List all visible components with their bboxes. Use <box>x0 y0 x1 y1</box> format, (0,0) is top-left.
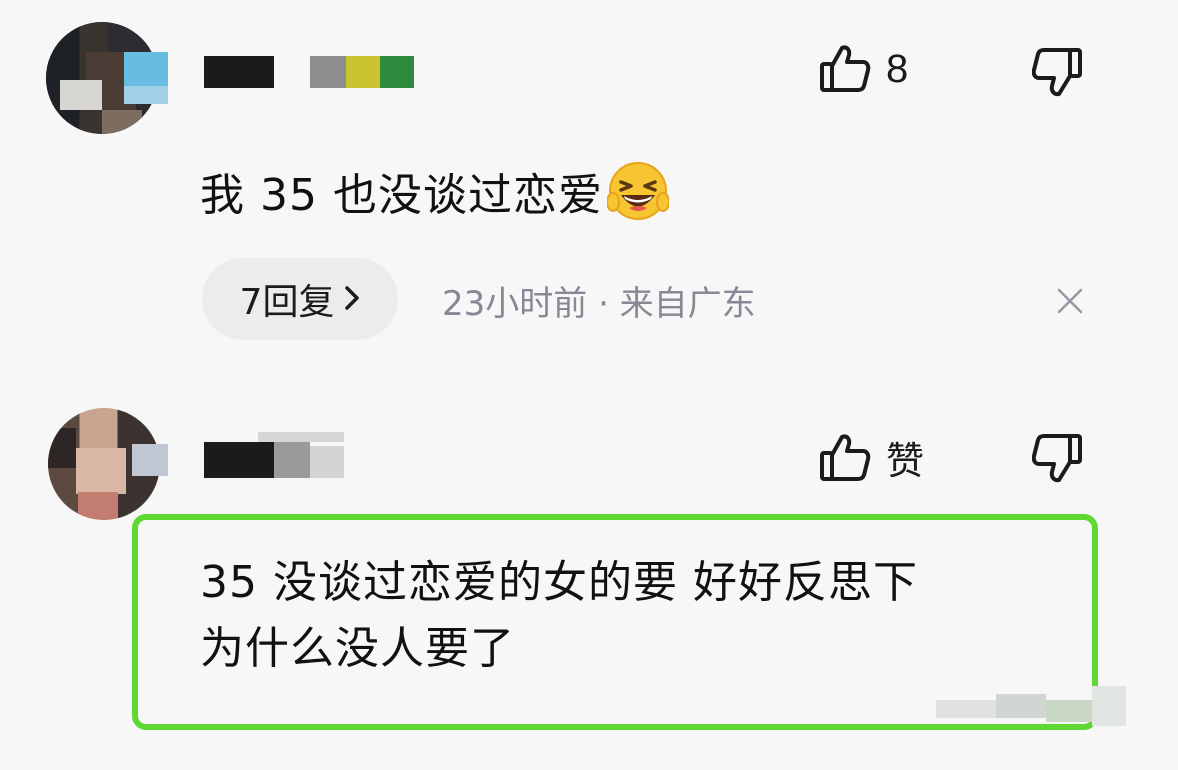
comment-text-line: 为什么没人要了 <box>200 623 515 674</box>
thumbs-up-icon <box>818 431 872 485</box>
thumbs-up-icon <box>818 42 872 96</box>
avatar-mosaic-block <box>102 110 142 134</box>
comment-item: 8 我 35 也没谈过恋爱 7回复 23小时前 · 来自广东 <box>0 0 1178 380</box>
chevron-right-icon <box>344 279 360 320</box>
comment-text: 我 35 也没谈过恋爱 <box>200 160 670 226</box>
comment-item: 赞 35 没谈过恋爱的女的要 好好反思下 为什么没人要了 <box>0 380 1178 770</box>
avatar-mosaic-block <box>124 86 168 104</box>
avatar-mosaic-block <box>76 448 126 494</box>
watermark-redacted <box>936 686 1126 730</box>
replies-label: 7回复 <box>239 282 335 323</box>
dislike-button[interactable] <box>1032 432 1084 486</box>
like-button[interactable]: 赞 <box>818 430 924 485</box>
grinning-squinting-face-emoji-icon <box>605 160 670 222</box>
comment-meta: 23小时前 · 来自广东 <box>442 284 756 324</box>
avatar-mosaic-block <box>132 444 168 476</box>
like-button[interactable]: 8 <box>818 42 908 96</box>
avatar-mosaic-block <box>60 80 102 110</box>
avatar-mosaic-block <box>48 428 76 468</box>
like-count: 8 <box>886 46 909 91</box>
dislike-button[interactable] <box>1032 46 1084 100</box>
comment-text-line: 35 没谈过恋爱的女的要 好好反思下 <box>200 557 918 608</box>
thumbs-down-icon <box>1032 432 1084 486</box>
comment-text: 35 没谈过恋爱的女的要 好好反思下 为什么没人要了 <box>200 550 918 682</box>
avatar-mosaic-block <box>124 52 168 88</box>
thumbs-down-icon <box>1032 46 1084 100</box>
like-label: 赞 <box>886 439 925 483</box>
avatar-mosaic-block <box>78 492 118 520</box>
close-icon[interactable] <box>1054 285 1086 317</box>
replies-button[interactable]: 7回复 <box>202 258 398 340</box>
